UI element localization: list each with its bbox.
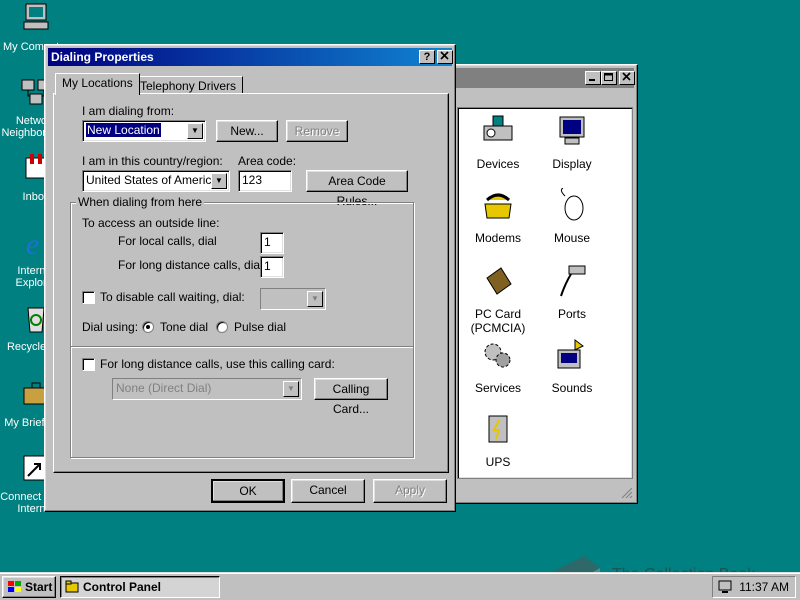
long-distance-input[interactable]: 1 [260,256,284,278]
calling-card-button[interactable]: Calling Card... [314,378,388,416]
display-icon [559,116,585,145]
remove-location-button[interactable]: Remove [286,120,348,142]
my-computer-icon [23,3,49,30]
local-calls-input[interactable]: 1 [260,232,284,254]
new-location-button[interactable]: New... [216,120,278,142]
taskbar-button-control-panel[interactable]: Control Panel [60,576,220,598]
group-divider [71,346,413,348]
tray-monitor-icon[interactable] [717,580,733,594]
close-icon [440,51,449,60]
country-combo[interactable]: United States of America ▼ [82,170,230,192]
dialog-close-button[interactable] [437,50,453,64]
tab-panel-my-locations: I am dialing from: New Location ▼ New...… [53,93,449,473]
cp-item-display[interactable]: Display [532,114,612,171]
dialing-from-combo[interactable]: New Location ▼ [82,120,206,142]
calling-card-combo[interactable]: None (Direct Dial) ▼ [112,378,302,400]
devices-icon [483,115,513,141]
cp-item-ups[interactable]: UPS [458,412,538,469]
control-panel-titlebar[interactable] [456,68,635,88]
dialog-titlebar[interactable]: Dialing Properties ? [48,48,453,66]
tone-dial-label: Tone dial [160,320,209,334]
dialog-title: Dialing Properties [51,50,154,64]
maximize-icon [604,73,613,81]
ups-icon [488,415,508,443]
cp-item-pc-card[interactable]: PC Card (PCMCIA) [458,264,538,335]
svg-text:e: e [26,228,39,258]
ok-button[interactable]: OK [211,479,285,503]
calling-card-label: For long distance calls, use this callin… [100,357,335,371]
dial-using-label: Dial using: [82,320,139,334]
call-waiting-combo[interactable]: ▼ [260,288,326,310]
dropdown-arrow-icon[interactable]: ▼ [307,291,323,307]
area-code-rules-button[interactable]: Area Code Rules... [306,170,408,208]
close-icon [622,72,631,81]
cp-item-mouse[interactable]: Mouse [532,187,612,245]
dialing-properties-dialog[interactable]: Dialing Properties ? My Locations Teleph… [44,44,456,512]
call-waiting-label: To disable call waiting, dial: [100,290,245,304]
ports-icon [560,265,586,297]
tab-telephony-drivers[interactable]: Telephony Drivers [133,76,244,94]
cp-item-modems[interactable]: Modems [458,188,538,245]
area-code-input[interactable]: 123 [238,170,292,192]
mouse-icon [560,187,584,221]
area-code-label: Area code: [238,154,297,168]
country-label: I am in this country/region: [82,154,223,168]
pulse-dial-label: Pulse dial [234,320,287,334]
control-panel-window[interactable]: Devices Display Modems Mouse PC Card (PC… [452,64,638,504]
minimize-icon [589,79,595,81]
services-icon [484,343,511,368]
dropdown-arrow-icon[interactable]: ▼ [187,123,203,139]
control-panel-icon [65,580,79,593]
tone-dial-radio[interactable] [142,321,154,333]
start-button[interactable]: Start [2,576,56,598]
dialing-from-label: I am dialing from: [82,104,175,118]
dialing-from-value: New Location [86,123,161,137]
close-button[interactable] [619,71,635,85]
clock[interactable]: 11:37 AM [739,580,789,594]
minimize-button[interactable] [585,71,601,85]
tab-my-locations[interactable]: My Locations [55,73,140,95]
call-waiting-checkbox[interactable] [82,291,95,304]
calling-card-checkbox[interactable] [82,358,95,371]
modem-icon [484,193,512,219]
control-panel-content: Devices Display Modems Mouse PC Card (PC… [457,107,633,479]
dropdown-arrow-icon[interactable]: ▼ [211,173,227,189]
sounds-icon [557,339,584,369]
country-value: United States of America [86,173,219,187]
pulse-dial-radio[interactable] [216,321,228,333]
local-calls-label: For local calls, dial [118,234,217,248]
help-button[interactable]: ? [419,50,435,64]
outside-line-label: To access an outside line: [82,216,220,230]
cp-item-ports[interactable]: Ports [532,264,612,321]
resize-grip-icon[interactable] [621,487,633,499]
cp-item-devices[interactable]: Devices [458,114,538,171]
calling-card-value: None (Direct Dial) [116,381,212,395]
taskbar: Start Control Panel 11:37 AM [0,572,800,600]
cp-item-services[interactable]: Services [458,338,538,395]
cp-item-sounds[interactable]: Sounds [532,338,612,395]
group-title: When dialing from here [76,195,205,209]
system-tray: 11:37 AM [712,576,796,598]
start-label: Start [25,580,53,594]
long-distance-label: For long distance calls, dial [118,258,263,272]
dropdown-arrow-icon[interactable]: ▼ [283,381,299,397]
pc-card-icon [486,267,512,295]
maximize-button[interactable] [601,71,617,85]
cancel-button[interactable]: Cancel [291,479,365,503]
taskbar-task-label: Control Panel [83,580,162,594]
windows-logo-icon [8,581,21,592]
apply-button[interactable]: Apply [373,479,447,503]
